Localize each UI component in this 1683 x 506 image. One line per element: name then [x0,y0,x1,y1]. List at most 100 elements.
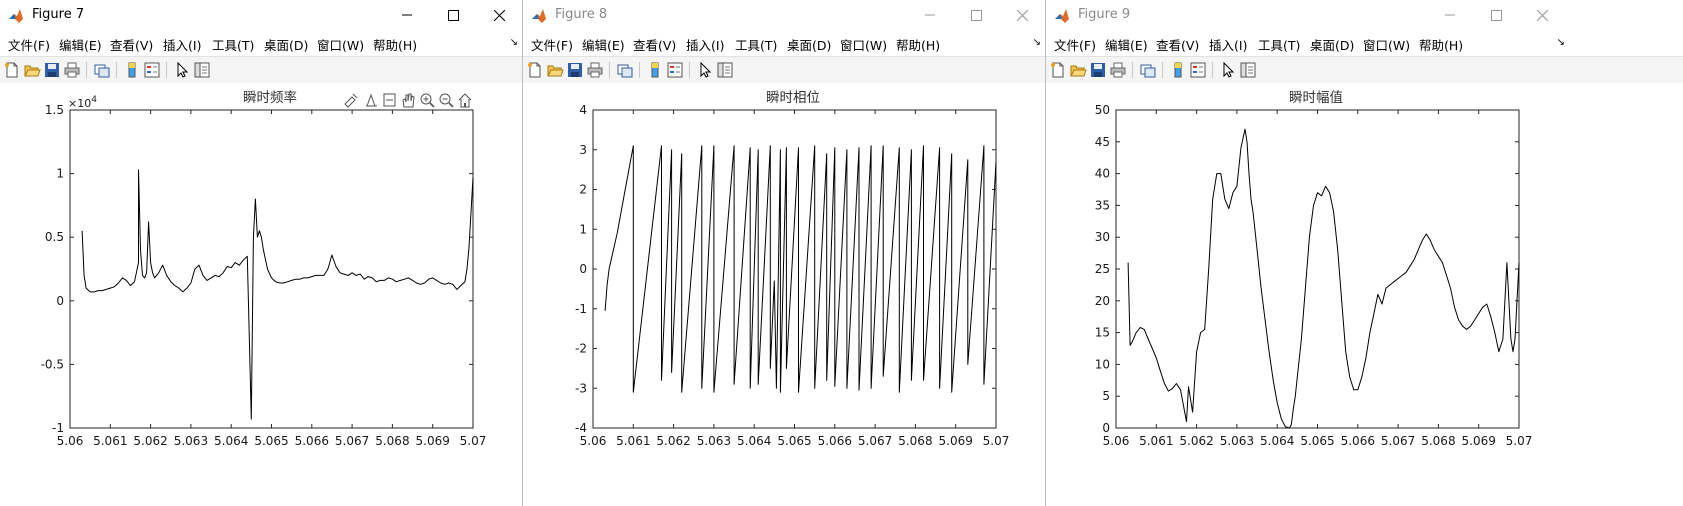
link-plot-icon[interactable] [93,61,111,79]
menu-window[interactable]: 窗口(W) [317,35,364,54]
y-tick-label: 1 [579,222,587,236]
plot-area-box[interactable] [592,109,997,429]
plot-area-box[interactable] [69,109,474,429]
y-tick-label: 0 [56,294,64,308]
rotate-icon[interactable] [383,93,396,107]
menu-window[interactable]: 窗口(W) [840,35,887,54]
insert-legend-icon[interactable] [143,61,161,79]
insert-colorbar-icon[interactable] [1169,61,1187,79]
instantaneous-frequency-chart[interactable]: 瞬时频率 ×104 5.06 5.061 5.062 5.063 5.064 5.065 5… [0,83,522,506]
menu-insert[interactable]: 插入(I) [163,35,201,54]
maximize-button[interactable] [1473,0,1519,30]
pan-hand-icon[interactable] [402,93,415,108]
datatip-icon[interactable] [366,93,377,107]
title-bar[interactable]: Figure 9 [1046,0,1683,30]
menu-tools[interactable]: 工具(T) [735,35,777,54]
plot-area-box[interactable] [1115,109,1520,429]
menu-insert[interactable]: 插入(I) [1209,35,1247,54]
zoom-out-icon[interactable] [439,93,454,108]
menu-edit[interactable]: 编辑(E) [1105,35,1148,54]
figure-canvas[interactable]: 瞬时频率 ×104 5.06 5.061 5.062 5.063 5.064 5.065 5… [0,83,522,506]
open-file-icon[interactable] [1069,61,1087,79]
menu-overflow-icon[interactable]: ↘ [1033,37,1041,48]
menu-view[interactable]: 查看(V) [633,35,676,54]
title-bar[interactable]: Figure 7 [0,0,522,30]
x-tick-label: 5.062 [1179,434,1213,448]
x-tick-label: 5.062 [133,434,167,448]
toolbar-separator [166,62,167,78]
x-tick-label: 5.065 [777,434,811,448]
open-file-icon[interactable] [23,61,41,79]
menu-insert[interactable]: 插入(I) [686,35,724,54]
x-tick-label: 5.068 [1421,434,1455,448]
menu-edit[interactable]: 编辑(E) [59,35,102,54]
insert-colorbar-icon[interactable] [123,61,141,79]
insert-legend-icon[interactable] [666,61,684,79]
menu-file[interactable]: 文件(F) [1054,35,1096,54]
brush-icon[interactable] [344,93,358,108]
y-tick-label: 0.5 [45,230,64,244]
menu-help[interactable]: 帮助(H) [896,35,940,54]
menu-overflow-icon[interactable]: ↘ [1557,37,1565,48]
link-plot-icon[interactable] [616,61,634,79]
figure-canvas[interactable]: 瞬时相位 5.06 5.061 5.062 5.063 5.064 5.065 5.066 5… [523,83,1045,506]
property-inspector-icon[interactable] [716,61,734,79]
menu-edit[interactable]: 编辑(E) [582,35,625,54]
minimize-button[interactable] [1427,0,1473,30]
new-figure-icon[interactable] [3,61,21,79]
toolbar-separator [1162,62,1163,78]
print-icon[interactable] [586,61,604,79]
close-button[interactable] [1519,0,1565,30]
y-tick-label: 1.5 [45,103,64,117]
x-tick-label: 5.069 [1462,434,1496,448]
print-icon[interactable] [63,61,81,79]
menu-view[interactable]: 查看(V) [1156,35,1199,54]
menu-tools[interactable]: 工具(T) [212,35,254,54]
link-plot-icon[interactable] [1139,61,1157,79]
edit-plot-icon[interactable] [173,61,191,79]
save-icon[interactable] [1089,61,1107,79]
menu-help[interactable]: 帮助(H) [1419,35,1463,54]
x-tick-label: 5.067 [335,434,369,448]
toolbar-separator [609,62,610,78]
instantaneous-amplitude-chart[interactable]: 瞬时幅值 5.06 5.061 5.062 5.063 5.064 5.065 5.066 5… [1046,83,1682,506]
property-inspector-icon[interactable] [1239,61,1257,79]
edit-plot-icon[interactable] [696,61,714,79]
toolbar-separator [1132,62,1133,78]
menu-file[interactable]: 文件(F) [8,35,50,54]
figure-toolbar [0,56,522,84]
figure-canvas[interactable]: 瞬时幅值 5.06 5.061 5.062 5.063 5.064 5.065 5.066 5… [1046,83,1683,506]
save-icon[interactable] [566,61,584,79]
x-tick-label: 5.067 [858,434,892,448]
menu-view[interactable]: 查看(V) [110,35,153,54]
y-tick-label: 15 [1095,326,1110,340]
y-tick-label: 3 [579,143,587,157]
minimize-button[interactable] [907,0,953,30]
print-icon[interactable] [1109,61,1127,79]
menu-desktop[interactable]: 桌面(D) [264,35,308,54]
edit-plot-icon[interactable] [1219,61,1237,79]
maximize-button[interactable] [430,0,476,30]
menu-desktop[interactable]: 桌面(D) [1310,35,1354,54]
insert-legend-icon[interactable] [1189,61,1207,79]
minimize-button[interactable] [384,0,430,30]
menu-tools[interactable]: 工具(T) [1258,35,1300,54]
open-file-icon[interactable] [546,61,564,79]
insert-colorbar-icon[interactable] [646,61,664,79]
close-button[interactable] [476,0,522,30]
close-button[interactable] [999,0,1045,30]
new-figure-icon[interactable] [526,61,544,79]
menu-help[interactable]: 帮助(H) [373,35,417,54]
menu-overflow-icon[interactable]: ↘ [510,37,518,48]
menu-desktop[interactable]: 桌面(D) [787,35,831,54]
new-figure-icon[interactable] [1049,61,1067,79]
property-inspector-icon[interactable] [193,61,211,79]
menu-file[interactable]: 文件(F) [531,35,573,54]
instantaneous-phase-chart[interactable]: 瞬时相位 5.06 5.061 5.062 5.063 5.064 5.065 5.066 5… [523,83,1045,506]
save-icon[interactable] [43,61,61,79]
title-bar[interactable]: Figure 8 [523,0,1045,30]
menu-window[interactable]: 窗口(W) [1363,35,1410,54]
maximize-button[interactable] [953,0,999,30]
home-icon[interactable] [458,93,472,108]
zoom-in-icon[interactable] [420,93,435,108]
